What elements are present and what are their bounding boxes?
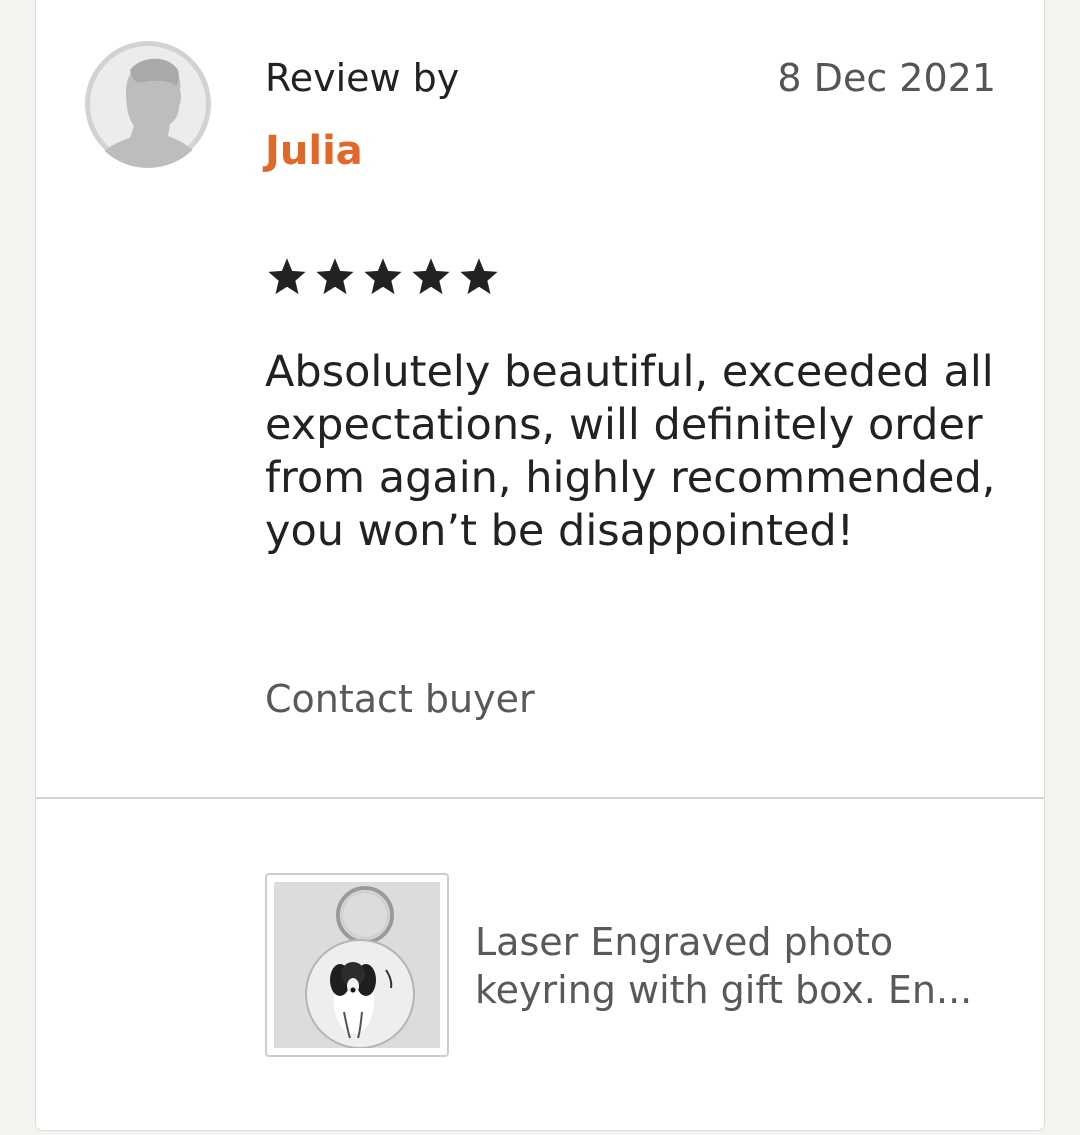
star-icon [268, 258, 306, 295]
listing-title[interactable]: Laser Engraved photo keyring with gift b… [475, 918, 1015, 1014]
reviewer-name[interactable]: Julia [265, 127, 363, 175]
reviewer-avatar[interactable] [84, 40, 212, 168]
review-date: 8 Dec 2021 [777, 56, 996, 100]
keyring-photo [274, 882, 440, 1048]
review-by-label: Review by [265, 56, 460, 100]
review-text: Absolutely beautiful, exceeded all expec… [265, 347, 996, 556]
star-rating [268, 258, 498, 296]
star-icon [316, 258, 354, 295]
star-icon [364, 258, 402, 295]
star-icon [460, 258, 498, 295]
divider [36, 797, 1044, 799]
listing-thumbnail[interactable] [265, 873, 449, 1057]
default-user-avatar-icon [85, 41, 211, 168]
contact-buyer-link[interactable]: Contact buyer [265, 677, 535, 721]
review-card: Review by 8 Dec 2021 Julia Absolutely be… [36, 0, 1044, 1130]
star-icon [412, 258, 450, 295]
